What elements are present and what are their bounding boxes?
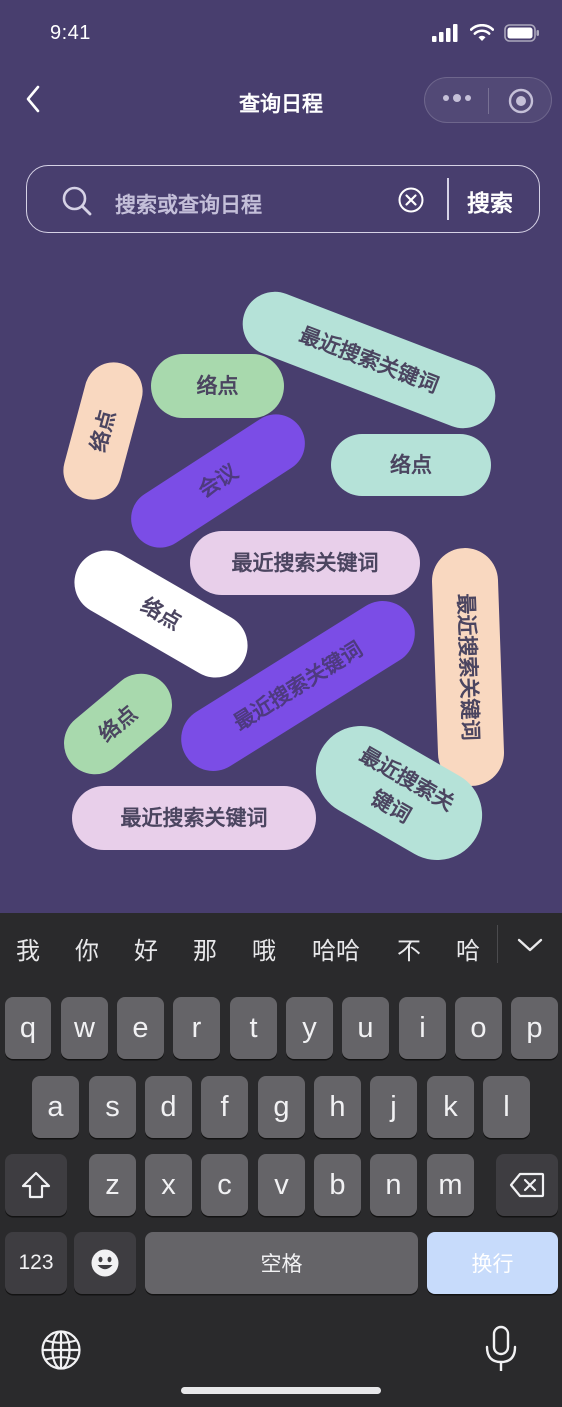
- chevron-down-icon[interactable]: [516, 937, 544, 953]
- wifi-icon: [470, 24, 494, 41]
- key-o[interactable]: o: [455, 997, 502, 1059]
- key-v[interactable]: v: [258, 1154, 305, 1216]
- navigation-bar: 查询日程: [0, 70, 562, 136]
- key-i[interactable]: i: [399, 997, 446, 1059]
- more-dots-icon: [443, 95, 449, 101]
- key-b[interactable]: b: [314, 1154, 361, 1216]
- candidate-word[interactable]: 我: [16, 931, 40, 966]
- key-f[interactable]: f: [201, 1076, 248, 1138]
- key-u[interactable]: u: [342, 997, 389, 1059]
- status-time: 9:41: [50, 22, 91, 44]
- mini-program-capsule: [424, 77, 552, 123]
- keyword-tag[interactable]: 络点: [51, 661, 185, 787]
- more-options-button[interactable]: [443, 94, 471, 102]
- space-key[interactable]: 空格: [145, 1232, 418, 1294]
- keyword-tag[interactable]: 络点: [331, 434, 491, 496]
- keyword-tag[interactable]: 最近搜索关键词: [190, 531, 420, 595]
- candidate-word[interactable]: 你: [75, 931, 99, 966]
- shift-icon: [21, 1171, 51, 1199]
- key-t[interactable]: t: [230, 997, 277, 1059]
- key-p[interactable]: p: [511, 997, 558, 1059]
- backspace-key[interactable]: [496, 1154, 558, 1216]
- cellular-signal-icon: [432, 24, 458, 42]
- search-button[interactable]: 搜索: [467, 184, 513, 218]
- candidate-word[interactable]: 那: [193, 931, 217, 966]
- key-d[interactable]: d: [145, 1076, 192, 1138]
- keyword-tag[interactable]: 络点: [56, 355, 150, 507]
- candidate-word[interactable]: 哈哈: [312, 931, 360, 966]
- recent-keyword-tags: 最近搜索关键词 络点 络点 会议 络点 最近搜索关键词 最近搜索关键词 络点 最…: [0, 260, 562, 880]
- candidate-word[interactable]: 好: [134, 931, 158, 966]
- key-r[interactable]: r: [173, 997, 220, 1059]
- key-j[interactable]: j: [370, 1076, 417, 1138]
- status-bar: 9:41: [0, 0, 562, 70]
- candidate-bar: 我 你 好 那 哦 哈哈 不 哈: [0, 913, 562, 975]
- emoji-key[interactable]: [74, 1232, 136, 1294]
- search-icon: [62, 186, 92, 216]
- candidate-word[interactable]: 不: [397, 931, 421, 966]
- key-k[interactable]: k: [427, 1076, 474, 1138]
- key-c[interactable]: c: [201, 1154, 248, 1216]
- key-w[interactable]: w: [61, 997, 108, 1059]
- search-box[interactable]: 搜索或查询日程 搜索: [26, 165, 540, 233]
- backspace-icon: [509, 1172, 545, 1198]
- status-icons: [432, 24, 540, 42]
- shift-key[interactable]: [5, 1154, 67, 1216]
- key-g[interactable]: g: [258, 1076, 305, 1138]
- key-a[interactable]: a: [32, 1076, 79, 1138]
- clear-icon[interactable]: [397, 186, 425, 214]
- keyboard: 我 你 好 那 哦 哈哈 不 哈 q w e r t y u i o p a s…: [0, 913, 562, 1407]
- globe-icon[interactable]: [40, 1329, 82, 1371]
- keyword-tag[interactable]: 最近搜索关键词: [72, 786, 316, 850]
- key-l[interactable]: l: [483, 1076, 530, 1138]
- home-indicator: [181, 1387, 381, 1394]
- search-input[interactable]: 搜索或查询日程: [115, 189, 262, 219]
- return-key[interactable]: 换行: [427, 1232, 558, 1294]
- key-x[interactable]: x: [145, 1154, 192, 1216]
- key-y[interactable]: y: [286, 997, 333, 1059]
- close-mini-program-icon[interactable]: [508, 88, 534, 114]
- keyword-tag[interactable]: 最近搜索关键词: [430, 546, 506, 788]
- candidate-word[interactable]: 哈: [456, 931, 480, 966]
- key-h[interactable]: h: [314, 1076, 361, 1138]
- key-m[interactable]: m: [427, 1154, 474, 1216]
- key-e[interactable]: e: [117, 997, 164, 1059]
- battery-icon: [504, 24, 539, 42]
- key-s[interactable]: s: [89, 1076, 136, 1138]
- emoji-icon: [91, 1249, 119, 1277]
- microphone-icon[interactable]: [482, 1325, 520, 1373]
- keyword-tag[interactable]: 络点: [151, 354, 284, 418]
- key-z[interactable]: z: [89, 1154, 136, 1216]
- key-q[interactable]: q: [5, 997, 51, 1059]
- key-n[interactable]: n: [370, 1154, 417, 1216]
- candidate-word[interactable]: 哦: [252, 931, 276, 966]
- numbers-key[interactable]: 123: [5, 1232, 67, 1294]
